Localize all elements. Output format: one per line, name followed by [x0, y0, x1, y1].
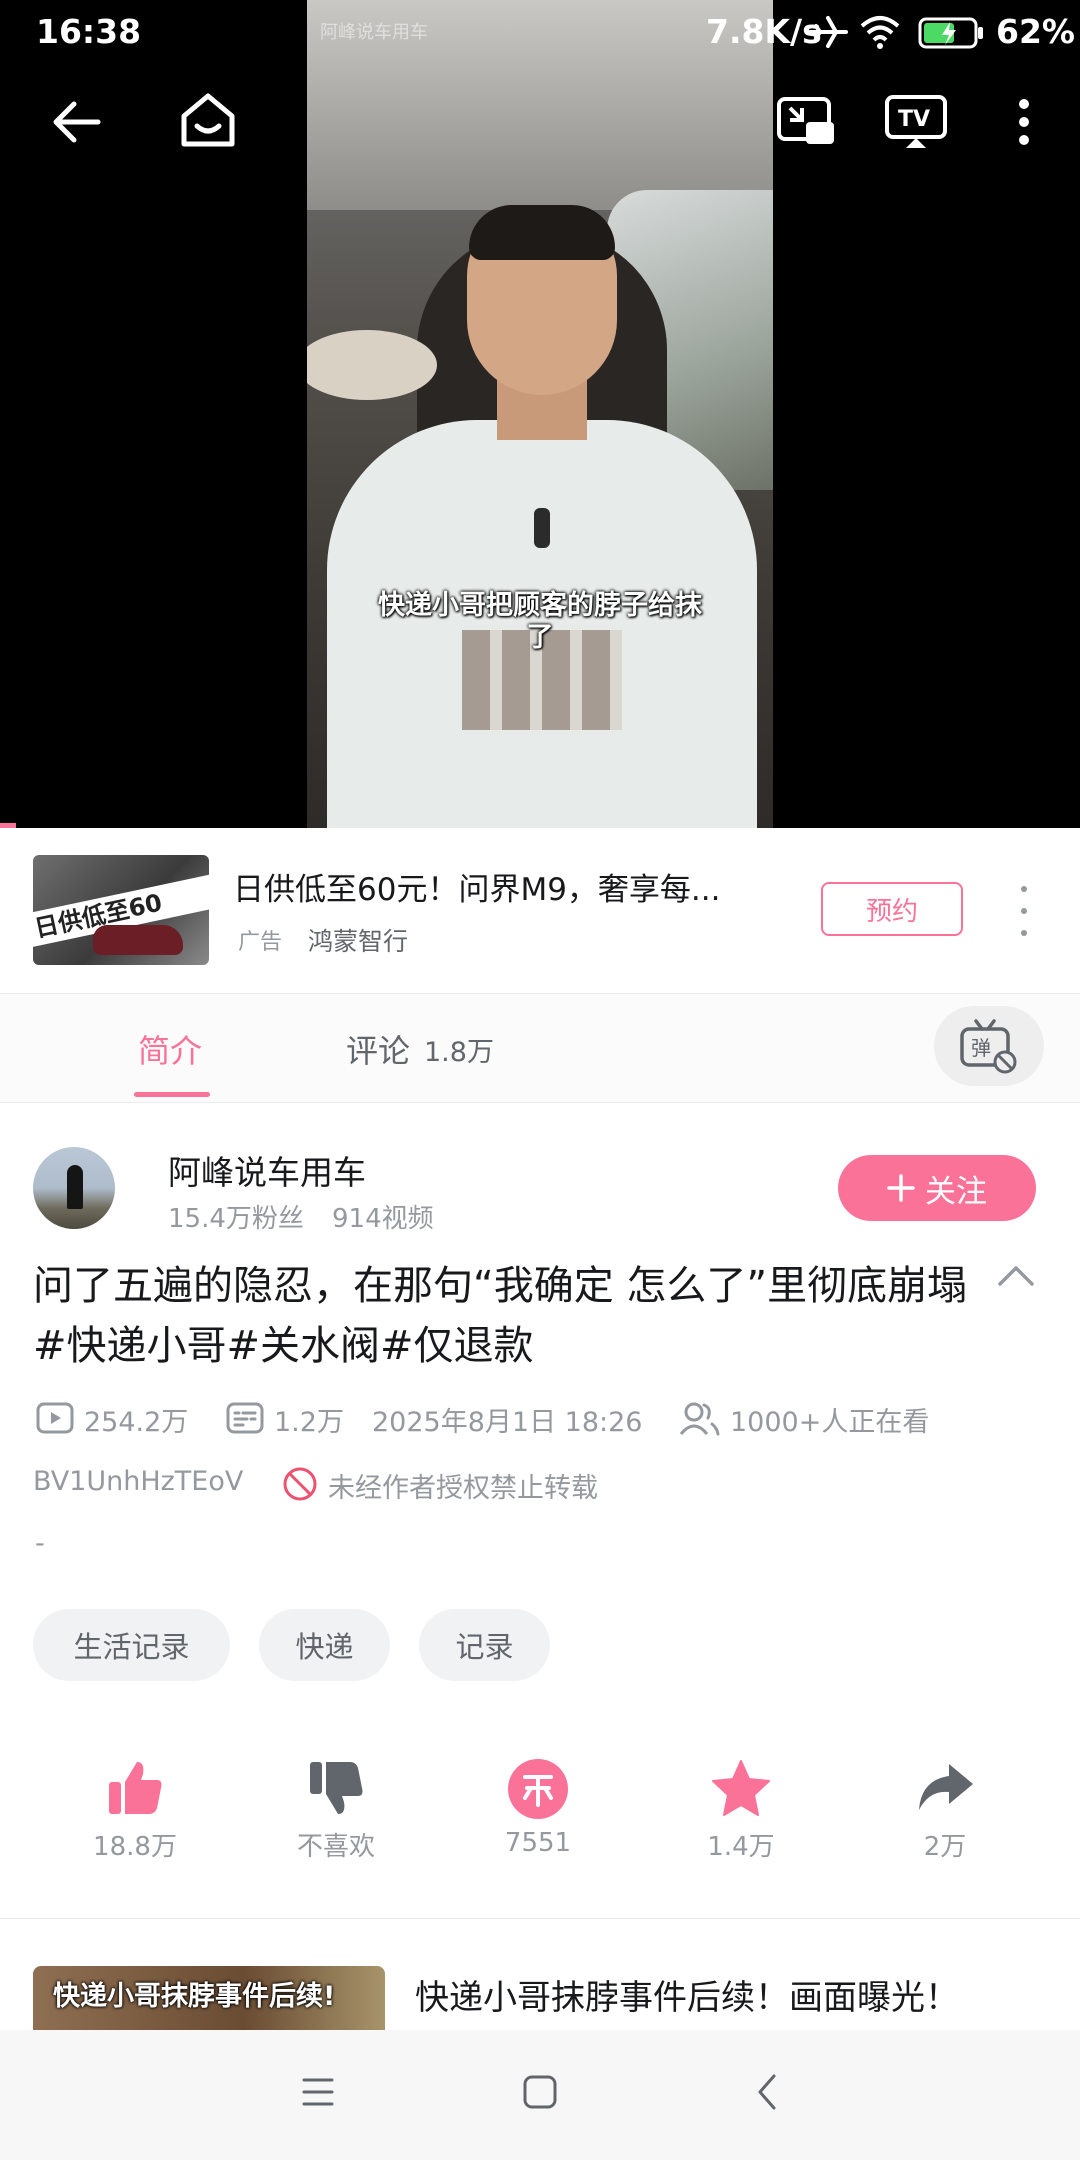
author-avatar[interactable] — [33, 1147, 115, 1229]
thumbs-up-icon — [109, 1762, 162, 1814]
subtitle-line-2: 了 — [526, 622, 554, 653]
share-arrow-icon — [919, 1764, 973, 1810]
video-subtitle: 快递小哥把顾客的脖子给抹 了 — [307, 590, 773, 654]
tab-active-indicator — [134, 1092, 210, 1097]
home-button[interactable] — [172, 84, 244, 156]
airplane-icon — [808, 14, 848, 54]
ad-thumbnail[interactable]: 日供低至60 — [33, 855, 209, 965]
video-description: - — [35, 1528, 45, 1559]
pip-button[interactable] — [770, 86, 842, 158]
collapse-description-button[interactable] — [996, 1262, 1036, 1292]
svg-text:TV: TV — [898, 107, 930, 132]
video-title: 问了五遍的隐忍，在那句“我确定 怎么了”里彻底崩塌#快递小哥#关水阀#仅退款 — [33, 1263, 968, 1369]
subtitle-line-1: 快递小哥把顾客的脖子给抹 — [378, 590, 702, 621]
battery-icon — [918, 16, 986, 54]
thumbs-down-icon — [310, 1762, 363, 1814]
play-count: 254.2万 — [84, 1407, 189, 1438]
recent-apps-button[interactable] — [298, 2074, 338, 2114]
ad-title[interactable]: 日供低至60元！问界M9，奢享每... — [233, 864, 793, 909]
tab-comments-count[interactable]: 1.8万 — [424, 1030, 494, 1069]
share-count: 2万 — [923, 1832, 967, 1862]
more-vertical-icon — [1019, 99, 1029, 145]
video-scene-person-hair — [469, 205, 615, 260]
ad-brand: 鸿蒙智行 — [308, 927, 409, 956]
dislike-label: 不喜欢 — [296, 1832, 375, 1862]
detail-tabs: 简介 评论 1.8万 弹 — [0, 993, 1080, 1103]
danmaku-off-icon: 弹 — [960, 1019, 1017, 1074]
favorite-count: 1.4万 — [707, 1832, 775, 1862]
watching-people-icon — [678, 1400, 720, 1440]
ad-label: 广告 — [238, 930, 283, 955]
video-player[interactable]: 阿峰说车用车 快递小哥把顾客的脖子给抹 了 16:38 7.8K/s 62% T… — [0, 0, 1080, 828]
back-button[interactable] — [40, 86, 112, 158]
system-navigation-bar — [0, 2030, 1080, 2160]
home-nav-button[interactable] — [520, 2072, 560, 2116]
status-battery-level: 62% — [996, 12, 1075, 51]
play-count-icon — [36, 1402, 74, 1438]
tag-chip[interactable]: 记录 — [419, 1609, 550, 1681]
share-button[interactable]: 2万 — [870, 1758, 1020, 1863]
no-repost-icon — [282, 1466, 318, 1506]
pip-icon — [777, 97, 834, 144]
video-frame[interactable] — [307, 0, 773, 828]
back-nav-button[interactable] — [752, 2072, 782, 2116]
watching-now-count: 1000+人正在看 — [730, 1407, 930, 1438]
star-icon — [712, 1760, 770, 1816]
follow-button-label: 关注 — [925, 1173, 987, 1210]
danmaku-count-icon — [226, 1402, 264, 1438]
svg-text:弹: 弹 — [971, 1036, 991, 1060]
like-count: 18.8万 — [93, 1832, 177, 1862]
ad-more-dot — [1021, 908, 1027, 914]
square-icon — [523, 2075, 557, 2109]
video-watermark: 阿峰说车用车 — [320, 22, 428, 43]
home-icon — [181, 93, 235, 147]
tag-chip[interactable]: 生活记录 — [33, 1609, 230, 1681]
dislike-button[interactable]: 不喜欢 — [261, 1758, 411, 1863]
publish-date: 2025年8月1日 18:26 — [372, 1407, 643, 1438]
avatar-figure — [67, 1165, 83, 1209]
menu-lines-icon — [302, 2078, 334, 2106]
author-name[interactable]: 阿峰说车用车 — [168, 1146, 366, 1194]
section-divider — [0, 1918, 1080, 1919]
ad-more-button[interactable] — [1012, 886, 1036, 936]
back-icon — [53, 101, 101, 143]
favorite-button[interactable]: 1.4万 — [666, 1758, 816, 1863]
chevron-left-icon — [758, 2074, 776, 2110]
wifi-icon — [858, 14, 902, 54]
bvid[interactable]: BV1UnhHzTEoV — [33, 1466, 243, 1497]
plus-icon — [887, 1174, 915, 1202]
ad-more-dot — [1021, 930, 1027, 936]
no-repost-notice: 未经作者授权禁止转载 — [328, 1473, 598, 1504]
follow-button[interactable]: 关注 — [838, 1155, 1036, 1221]
related-thumbnail-text: 快递小哥抹脖事件后续! — [53, 1981, 336, 2012]
ad-thumbnail-car — [93, 925, 183, 955]
author-videos-count: 914视频 — [332, 1204, 434, 1234]
coin-icon — [508, 1759, 568, 1819]
tab-comments[interactable]: 评论 — [346, 1026, 410, 1072]
author-fans-count: 15.4万粉丝 — [168, 1204, 304, 1234]
related-video-title[interactable]: 快递小哥抹脖事件后续！画面曝光！ — [415, 1970, 959, 2019]
tv-cast-icon: TV — [885, 95, 947, 148]
more-options-button[interactable] — [988, 86, 1060, 158]
status-time: 16:38 — [36, 12, 142, 51]
tab-intro[interactable]: 简介 — [138, 1026, 202, 1072]
coin-count: 7551 — [504, 1828, 572, 1858]
coin-button[interactable]: 7551 — [463, 1758, 613, 1858]
danmaku-count: 1.2万 — [274, 1407, 344, 1438]
ad-reserve-button[interactable]: 预约 — [821, 882, 963, 936]
tv-cast-button[interactable]: TV — [880, 86, 952, 158]
chevron-up-icon — [998, 1266, 1034, 1286]
ad-banner[interactable]: 日供低至60 日供低至60元！问界M9，奢享每... 广告 鸿蒙智行 预约 — [0, 828, 1080, 993]
status-network-speed: 7.8K/s — [706, 12, 822, 51]
tag-chip[interactable]: 快递 — [259, 1609, 390, 1681]
ad-more-dot — [1021, 886, 1027, 892]
like-button[interactable]: 18.8万 — [60, 1758, 210, 1863]
danmaku-toggle-button[interactable]: 弹 — [934, 1006, 1044, 1086]
video-scene-mic — [534, 508, 550, 548]
